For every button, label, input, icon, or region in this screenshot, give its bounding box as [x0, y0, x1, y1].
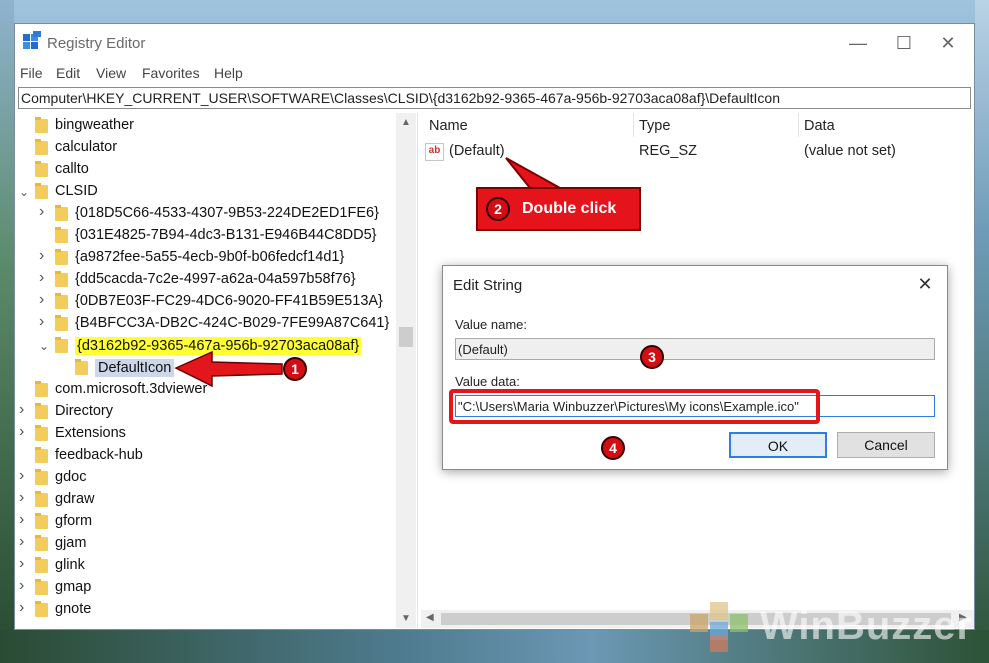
step-badge-3: 3: [640, 345, 664, 369]
arrow-to-defaulticon: [174, 350, 283, 388]
callout-pointer: [505, 157, 564, 189]
double-click-callout: 2 Double click: [476, 187, 641, 231]
callout-text: Double click: [522, 200, 617, 217]
step-badge-4: 4: [601, 436, 625, 460]
winbuzzer-logo-icon: [690, 602, 748, 652]
watermark-text: WinBuzzer: [760, 604, 974, 648]
cancel-button[interactable]: Cancel: [837, 432, 935, 458]
step-badge-2: 2: [486, 197, 510, 221]
value-data-label: Value data:: [455, 374, 520, 389]
dialog-close-button[interactable]: ✕: [909, 270, 941, 298]
dialog-title: Edit String: [453, 277, 523, 294]
value-data-highlight: [449, 389, 820, 424]
winbuzzer-watermark: WinBuzzer: [688, 600, 978, 654]
edit-string-dialog: Edit String ✕ Value name: (Default) Valu…: [442, 265, 948, 470]
value-name-label: Value name:: [455, 317, 528, 332]
ok-button[interactable]: OK: [729, 432, 827, 458]
value-name-field: (Default): [455, 338, 935, 360]
step-badge-1: 1: [283, 357, 307, 381]
